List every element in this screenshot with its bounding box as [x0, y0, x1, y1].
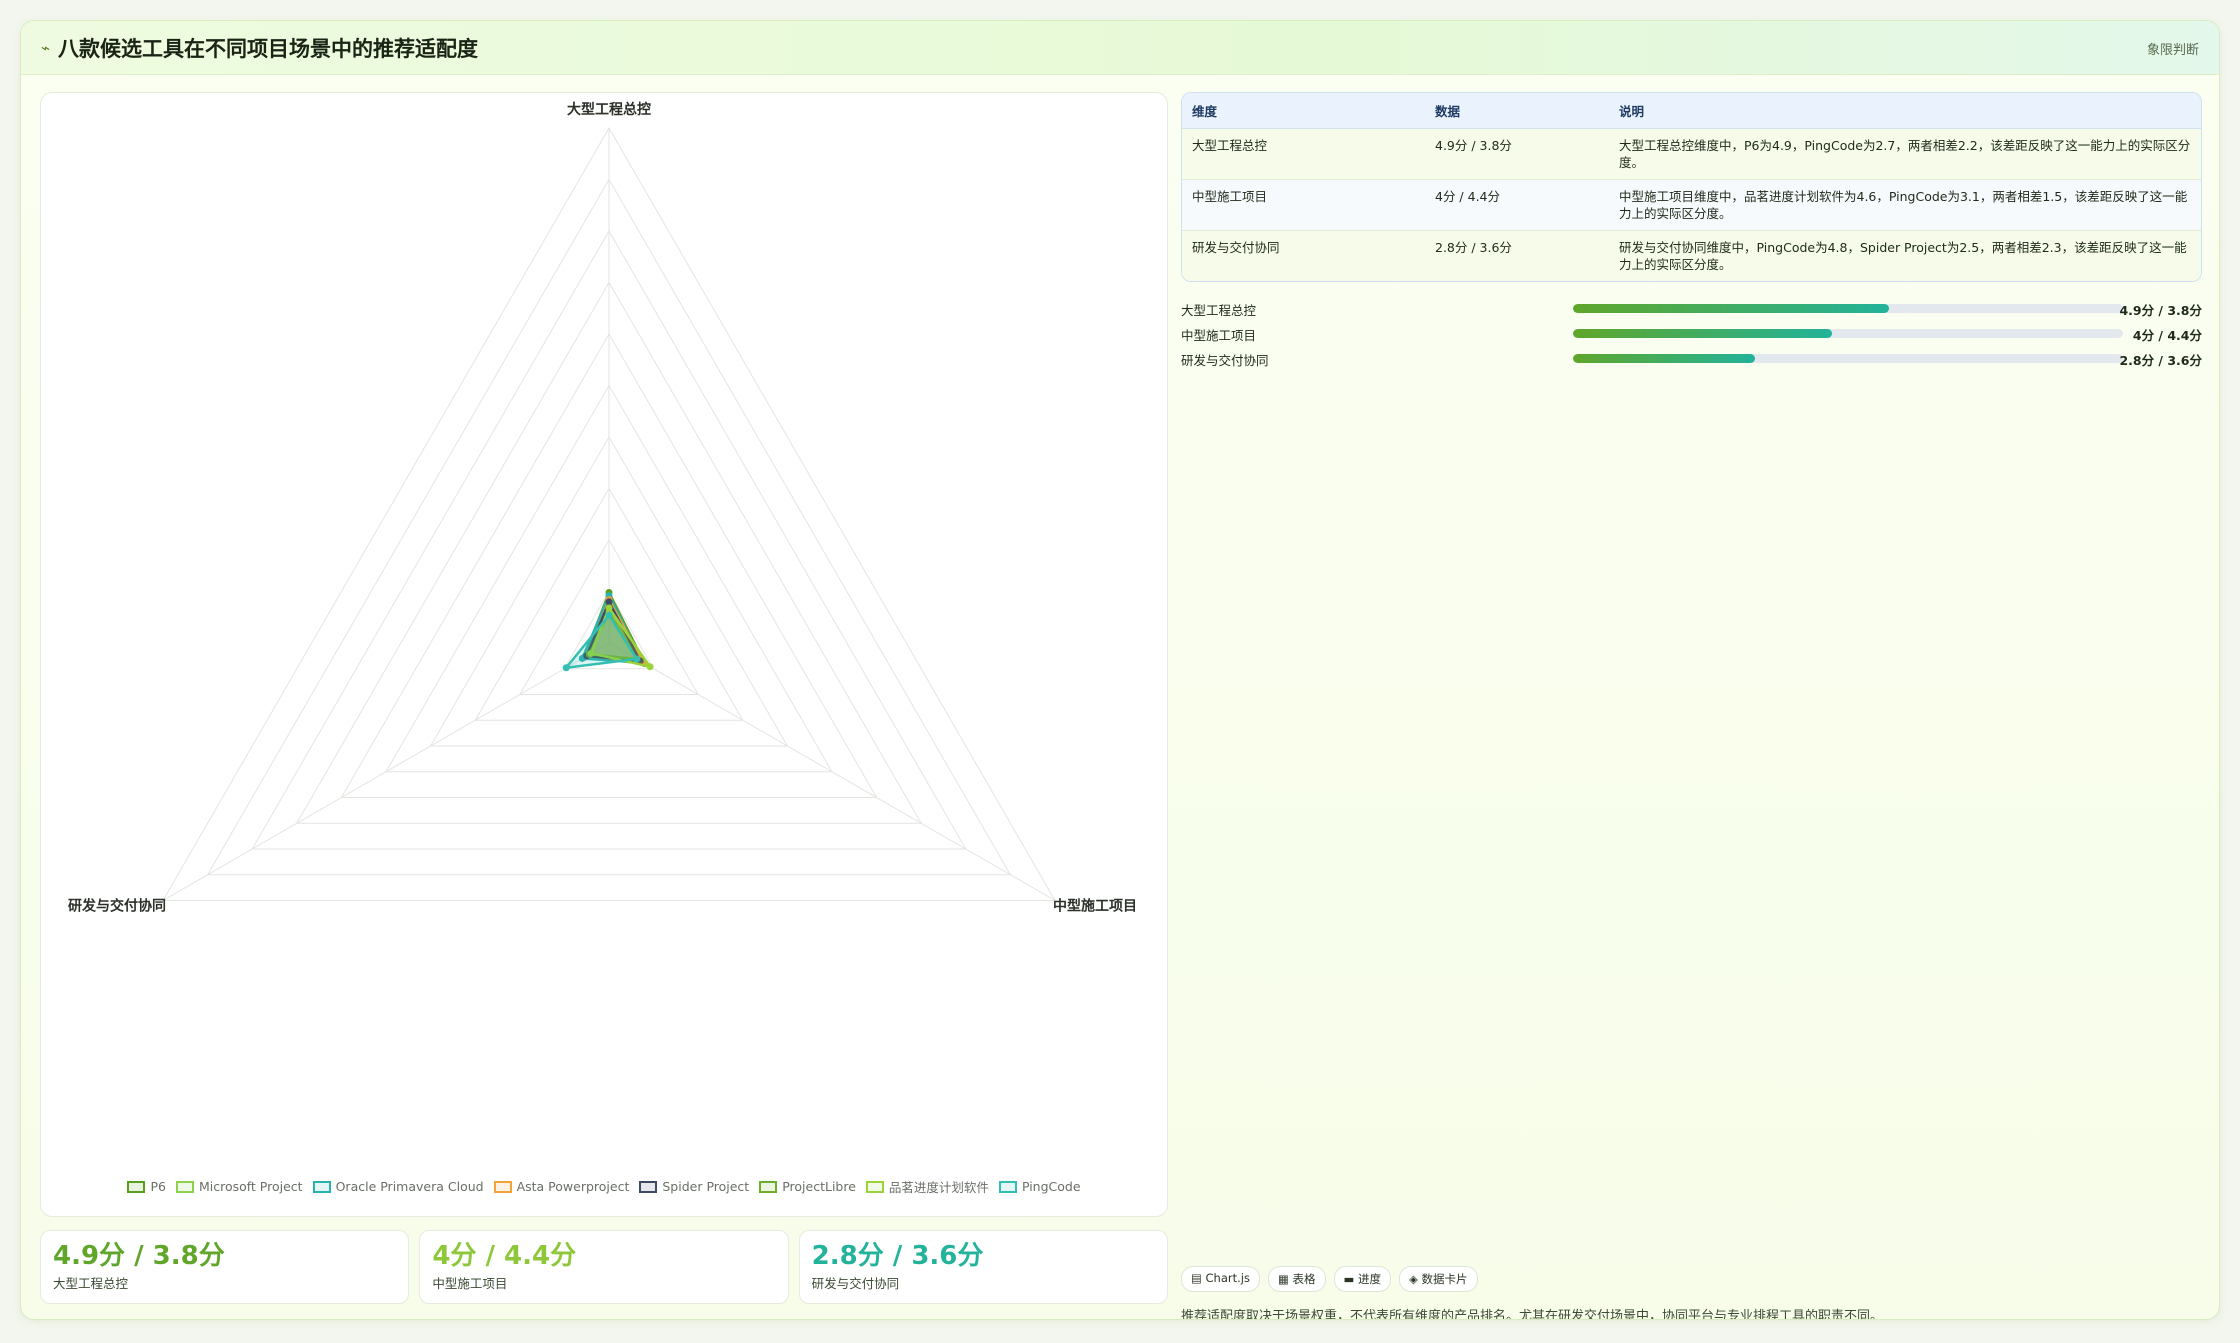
- legend-label: P6: [150, 1179, 166, 1194]
- table-row: 研发与交付协同 2.8分 / 3.6分 研发与交付协同维度中，PingCode为4.…: [1182, 230, 2201, 281]
- data-table: 维度 数据 说明 大型工程总控 4.9分 / 3.8分 大型工程总控维度中，P6为4…: [1181, 92, 2202, 282]
- kpi-value: 4.9分 / 3.8分: [53, 1241, 225, 1271]
- legend-label: Oracle Primavera Cloud: [335, 1179, 484, 1194]
- legend-label: ProjectLibre: [782, 1179, 856, 1194]
- progress-value: 4.9分 / 3.8分: [2119, 303, 2202, 318]
- legend-swatch: [493, 1180, 512, 1193]
- legend-swatch: [127, 1180, 146, 1193]
- legend-swatch: [312, 1180, 331, 1193]
- trend-icon: ⌁: [41, 38, 51, 57]
- progress-row: 中型施工项目 4分 / 4.4分: [1181, 322, 2202, 347]
- table-row: 大型工程总控 4.9分 / 3.8分 大型工程总控维度中，P6为4.9，PingCo…: [1182, 128, 2201, 180]
- progress-label: 大型工程总控: [1181, 303, 1257, 318]
- legend-item[interactable]: 品茗进度计划软件: [865, 1177, 989, 1196]
- table-cell: 4.9分 / 3.8分: [1425, 128, 1609, 180]
- progress-fill: [1573, 329, 1832, 338]
- axis-label: 研发与交付协同: [68, 898, 166, 915]
- legend-swatch: [759, 1180, 778, 1193]
- legend-item[interactable]: Spider Project: [639, 1177, 749, 1196]
- progress-track: [1573, 354, 2123, 363]
- legend-item[interactable]: P6: [127, 1177, 166, 1196]
- header-tag: 象限判断: [2146, 43, 2199, 58]
- progress-row: 研发与交付协同 2.8分 / 3.6分: [1181, 347, 2202, 372]
- progress-value: 4分 / 4.4分: [2132, 328, 2202, 343]
- table-cell: 大型工程总控维度中，P6为4.9，PingCode为2.7，两者相差2.2，该差…: [1609, 128, 2201, 180]
- main-card: ⌁ 八款候选工具在不同项目场景中的推荐适配度 象限判断 大型工程总控 中型施工项目…: [20, 20, 2220, 1320]
- tech-chip: ▬ 进度: [1333, 1266, 1392, 1292]
- axis-label: 中型施工项目: [1053, 898, 1137, 915]
- kpi-card: 4.9分 / 3.8分大型工程总控: [40, 1230, 410, 1304]
- legend-label: 品茗进度计划软件: [888, 1180, 989, 1195]
- radar-chart: 大型工程总控中型施工项目 研发与交付协同: [68, 101, 1137, 915]
- tech-chips: ▤ Chart.js ▦ 表格 ▬ 进度 ◈ 数据卡片: [1181, 1266, 1478, 1292]
- kpi-row: 4.9分 / 3.8分 大型工程总控 4分 / 4.4分 中型施工项目 2.8分 / 3…: [40, 1230, 1168, 1304]
- kpi-card: 4分 / 4.4分中型施工项目: [419, 1230, 789, 1304]
- progress-track: [1573, 304, 2123, 313]
- legend-label: Asta Powerproject: [516, 1179, 630, 1194]
- legend-label: PingCode: [1021, 1179, 1081, 1194]
- table-cell: 研发与交付协同维度中，PingCode为4.8，Spider Project为2…: [1609, 230, 2201, 281]
- progress-list: 大型工程总控 4.9分 / 3.8分中型施工项目 4分 / 4.4分研发与交付协同 2…: [1181, 297, 2202, 372]
- table-row: 中型施工项目 4分 / 4.4分 中型施工项目维度中，品茗进度计划软件为4.6，Pi…: [1182, 179, 2201, 231]
- data-point: [605, 604, 613, 612]
- footnote: 推荐适配度取决于场景权重，不代表所有维度的产品排名。尤其在研发交付场景中，协同平…: [1181, 1309, 1884, 1320]
- data-point: [605, 598, 613, 606]
- tech-chip: ▤ Chart.js: [1181, 1266, 1260, 1292]
- table-header-description: 说明: [1609, 93, 2201, 129]
- kpi-value: 2.8分 / 3.6分: [811, 1241, 984, 1271]
- legend-label: Microsoft Project: [198, 1179, 303, 1194]
- axis-label: 大型工程总控: [567, 101, 651, 118]
- chart-legend: P6 Microsoft Project Oracle Primavera Clou…: [41, 1177, 1167, 1196]
- tech-chip: ▦ 表格: [1267, 1266, 1326, 1292]
- legend-item[interactable]: ProjectLibre: [759, 1177, 856, 1196]
- table-cell: 研发与交付协同: [1182, 230, 1425, 281]
- progress-track: [1573, 329, 2123, 338]
- legend-item[interactable]: Asta Powerproject: [493, 1177, 630, 1196]
- data-point: [646, 663, 654, 671]
- progress-fill: [1573, 304, 1890, 313]
- progress-label: 中型施工项目: [1181, 328, 1257, 343]
- legend-item[interactable]: Oracle Primavera Cloud: [312, 1177, 484, 1196]
- data-point: [605, 611, 613, 619]
- table-cell: 4分 / 4.4分: [1425, 179, 1609, 231]
- table-header-dimension: 维度: [1182, 93, 1425, 129]
- legend-swatch: [998, 1180, 1017, 1193]
- header-bar: ⌁ 八款候选工具在不同项目场景中的推荐适配度 象限判断: [21, 21, 2219, 75]
- legend-item[interactable]: PingCode: [998, 1177, 1081, 1196]
- legend-swatch: [639, 1180, 658, 1193]
- progress-label: 研发与交付协同: [1181, 353, 1269, 368]
- table-cell: 2.8分 / 3.6分: [1425, 230, 1609, 281]
- kpi-label: 中型施工项目: [432, 1276, 508, 1291]
- progress-row: 大型工程总控 4.9分 / 3.8分: [1181, 297, 2202, 322]
- progress-value: 2.8分 / 3.6分: [2119, 353, 2202, 368]
- kpi-card: 2.8分 / 3.6分研发与交付协同: [798, 1230, 1168, 1304]
- radar-chart-panel: 大型工程总控中型施工项目 研发与交付协同 P6 Microsoft Project O…: [40, 92, 1168, 1217]
- kpi-label: 研发与交付协同: [811, 1276, 900, 1291]
- legend-item[interactable]: Microsoft Project: [175, 1177, 303, 1196]
- table-header-data: 数据: [1425, 93, 1609, 129]
- legend-label: Spider Project: [662, 1179, 750, 1194]
- table-cell: 中型施工项目: [1182, 179, 1425, 231]
- table-cell: 中型施工项目维度中，品茗进度计划软件为4.6，PingCode为3.1，两者相差…: [1609, 179, 2201, 231]
- kpi-label: 大型工程总控: [53, 1276, 129, 1291]
- legend-swatch: [865, 1180, 884, 1193]
- table-cell: 大型工程总控: [1182, 128, 1425, 180]
- page-title: 八款候选工具在不同项目场景中的推荐适配度: [58, 36, 479, 61]
- data-point: [633, 655, 641, 663]
- series-area: [564, 613, 638, 669]
- progress-fill: [1573, 354, 1755, 363]
- kpi-value: 4分 / 4.4分: [432, 1241, 577, 1271]
- legend-swatch: [175, 1180, 194, 1193]
- tech-chip: ◈ 数据卡片: [1399, 1266, 1478, 1292]
- data-point: [562, 664, 570, 672]
